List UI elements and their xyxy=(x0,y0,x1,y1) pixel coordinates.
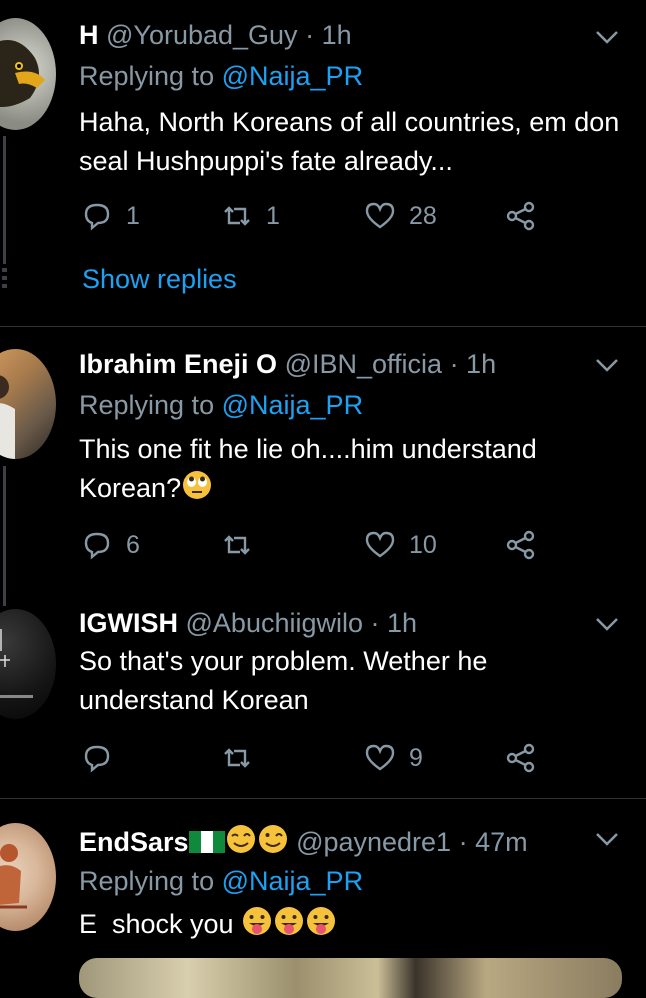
tweet-text-content: E shock you xyxy=(79,909,234,939)
replying-to: Replying to @Naija_PR xyxy=(79,388,363,422)
show-replies-link[interactable]: Show replies xyxy=(82,264,237,295)
replying-to: Replying to @Naija_PR xyxy=(79,864,363,898)
chevron-down-icon[interactable] xyxy=(594,24,620,50)
display-name[interactable]: IGWISH xyxy=(79,608,178,638)
nigeria-flag-icon xyxy=(188,831,225,853)
handle[interactable]: @Abuchiigwilo xyxy=(186,608,364,638)
tweet-header: H @Yorubad_Guy · 1h xyxy=(79,18,352,52)
tweet-header: EndSars @paynedre1 · 47m xyxy=(79,823,528,859)
retweet-icon xyxy=(224,535,250,555)
like-icon xyxy=(365,202,395,229)
tweet[interactable]: EndSars @paynedre1 · 47m Replying to @Na… xyxy=(0,799,646,982)
reply-button[interactable]: 1 xyxy=(80,199,140,233)
display-name[interactable]: EndSars xyxy=(79,827,189,857)
retweet-button[interactable]: 1 xyxy=(220,199,280,233)
tweet[interactable]: H @Yorubad_Guy · 1h Replying to @Naija_P… xyxy=(0,0,646,326)
like-icon xyxy=(365,744,395,771)
mention-link[interactable]: @Naija_PR xyxy=(222,866,363,896)
tweet-media-image[interactable] xyxy=(79,958,622,998)
tweet-actions: 9 xyxy=(80,741,550,777)
handle[interactable]: @IBN_officia xyxy=(285,349,442,379)
retweet-icon xyxy=(224,206,250,226)
tweet[interactable]: Ibrahim Eneji O @IBN_officia · 1h Replyi… xyxy=(0,327,646,597)
share-icon xyxy=(506,530,535,560)
tweet-header: Ibrahim Eneji O @IBN_officia · 1h xyxy=(79,347,496,381)
timestamp[interactable]: · 1h xyxy=(371,608,418,638)
eagle-avatar-image xyxy=(0,40,45,107)
reply-count: 6 xyxy=(126,530,140,559)
timestamp[interactable]: · 47m xyxy=(459,827,528,857)
person-avatar-image xyxy=(0,629,33,698)
avatar[interactable] xyxy=(0,609,56,719)
avatar[interactable] xyxy=(0,823,56,931)
replying-to-label: Replying to xyxy=(79,61,215,91)
person-avatar-image xyxy=(0,375,15,459)
handle[interactable]: @Yorubad_Guy xyxy=(106,20,298,50)
retweet-button[interactable] xyxy=(220,528,266,562)
wink-face-icon xyxy=(258,825,287,853)
replying-to-label: Replying to xyxy=(79,866,215,896)
replying-to-label: Replying to xyxy=(79,390,215,420)
share-icon xyxy=(506,201,535,231)
tweet-text: Haha, North Koreans of all countries, em… xyxy=(79,107,620,176)
tweet-actions: 1 1 28 xyxy=(80,199,550,235)
chevron-down-icon[interactable] xyxy=(594,826,620,852)
eye-roll-face-icon xyxy=(183,471,212,499)
display-name[interactable]: Ibrahim Eneji O xyxy=(79,349,277,379)
reply-count: 1 xyxy=(126,201,140,230)
wink-face-icon xyxy=(226,825,255,853)
avatar[interactable] xyxy=(0,18,56,130)
reply-button[interactable]: 6 xyxy=(80,528,140,562)
like-button[interactable]: 10 xyxy=(363,528,437,562)
chevron-down-icon[interactable] xyxy=(594,611,620,637)
retweet-button[interactable] xyxy=(220,741,266,775)
like-count: 10 xyxy=(409,530,437,559)
reply-icon xyxy=(84,745,110,773)
tweet-text: E shock you xyxy=(79,905,629,944)
avatar[interactable] xyxy=(0,349,56,459)
replying-to: Replying to @Naija_PR xyxy=(79,59,363,93)
like-count: 28 xyxy=(409,201,437,230)
tweet[interactable]: IGWISH @Abuchiigwilo · 1h So that's your… xyxy=(0,597,646,798)
timestamp[interactable]: · 1h xyxy=(305,20,352,50)
mention-link[interactable]: @Naija_PR xyxy=(222,61,363,91)
like-button[interactable]: 9 xyxy=(363,741,423,775)
share-button[interactable] xyxy=(504,741,538,775)
share-button[interactable] xyxy=(504,199,538,233)
like-count: 9 xyxy=(409,743,423,772)
mention-link[interactable]: @Naija_PR xyxy=(222,390,363,420)
tongue-face-icon xyxy=(243,907,272,935)
tweet-actions: 6 10 xyxy=(80,528,550,564)
timestamp[interactable]: · 1h xyxy=(450,349,497,379)
retweet-count: 1 xyxy=(266,201,280,230)
tweet-text: So that's your problem. Wether he unders… xyxy=(79,646,488,715)
tweet-text: This one fit he lie oh....him understand… xyxy=(79,430,629,508)
share-button[interactable] xyxy=(504,528,538,562)
handle[interactable]: @paynedre1 xyxy=(296,827,451,857)
reply-icon xyxy=(84,203,110,231)
display-name[interactable]: H xyxy=(79,20,99,50)
tongue-face-icon xyxy=(307,907,336,935)
share-icon xyxy=(506,743,535,773)
reply-button[interactable] xyxy=(80,741,126,775)
like-button[interactable]: 28 xyxy=(363,199,437,233)
chevron-down-icon[interactable] xyxy=(594,352,620,378)
tweet-header: IGWISH @Abuchiigwilo · 1h xyxy=(79,606,417,640)
figurine-avatar-image xyxy=(0,844,27,909)
reply-icon xyxy=(84,532,110,560)
tweet-text-content: This one fit he lie oh....him understand… xyxy=(79,434,537,503)
like-icon xyxy=(365,531,395,558)
tongue-face-icon xyxy=(275,907,304,935)
retweet-icon xyxy=(224,748,250,768)
